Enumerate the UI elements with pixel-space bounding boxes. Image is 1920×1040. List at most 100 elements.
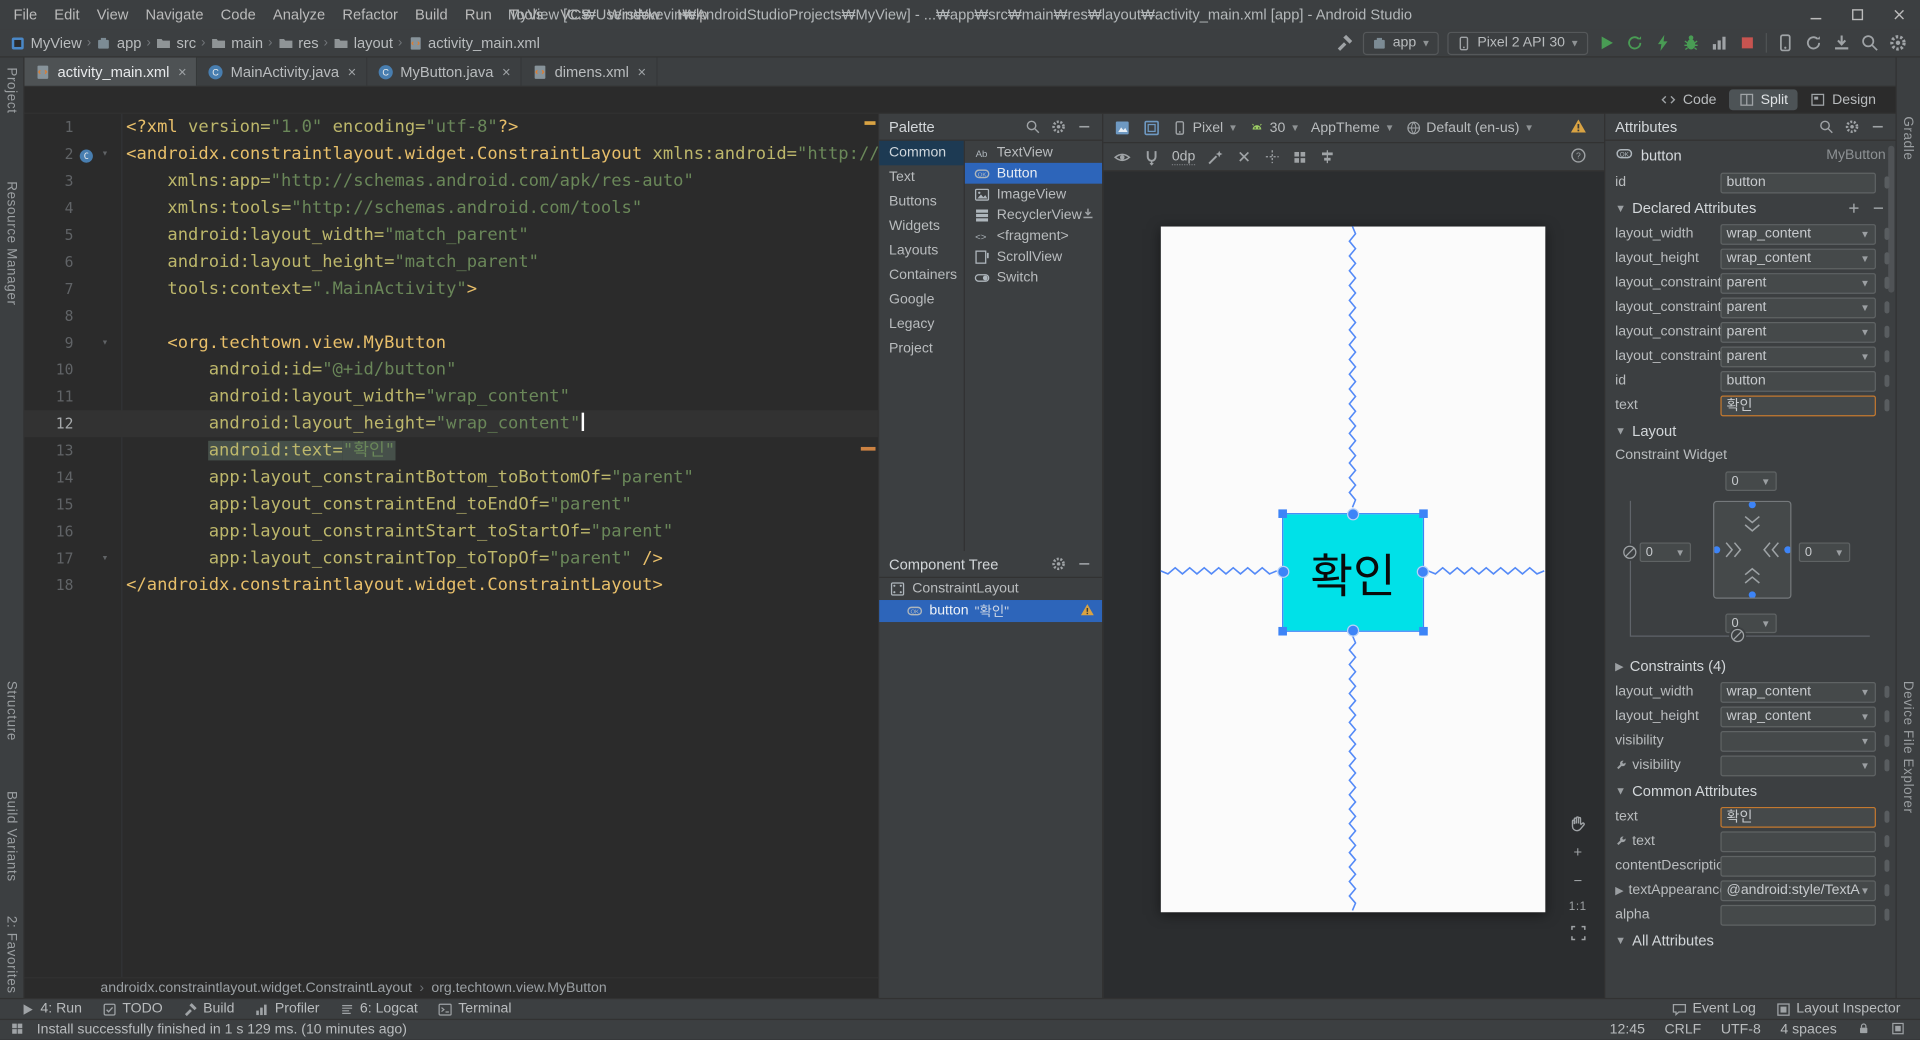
zoom-level[interactable]: 1:1 xyxy=(1569,900,1587,913)
toolwindow-button-structure[interactable]: Structure xyxy=(4,681,19,741)
menu-code[interactable]: Code xyxy=(212,0,264,29)
add-attribute-icon[interactable] xyxy=(1847,201,1862,216)
attribute-value-field[interactable]: ▼ xyxy=(1720,730,1876,752)
hide-icon[interactable] xyxy=(1076,119,1092,135)
toolwindow-button-resource-manager[interactable]: Resource Manager xyxy=(4,181,19,305)
constraint-anchor-top[interactable] xyxy=(1346,508,1360,521)
mode-code[interactable]: Code xyxy=(1651,89,1726,110)
attribute-value-field[interactable] xyxy=(1720,855,1876,877)
section-common-attributes[interactable]: ▼ Common Attributes xyxy=(1605,778,1895,805)
pan-hand-icon[interactable] xyxy=(1569,814,1587,832)
breadcrumb-root[interactable]: androidx.constraintlayout.widget.Constra… xyxy=(100,981,412,996)
pin-indicator[interactable] xyxy=(1884,759,1890,772)
device-select[interactable]: Pixel ▼ xyxy=(1172,120,1238,136)
palette-category-legacy[interactable]: Legacy xyxy=(879,312,963,336)
hide-icon[interactable] xyxy=(1076,556,1092,572)
menu-refactor[interactable]: Refactor xyxy=(334,0,407,29)
pin-indicator[interactable] xyxy=(1884,734,1890,747)
hide-icon[interactable] xyxy=(1870,119,1886,135)
menu-analyze[interactable]: Analyze xyxy=(264,0,333,29)
mode-design[interactable]: Design xyxy=(1800,89,1885,110)
palette-item-imageview[interactable]: ImageView xyxy=(965,184,1102,205)
selection-handle[interactable] xyxy=(1419,626,1428,636)
palette-category-widgets[interactable]: Widgets xyxy=(879,214,963,238)
breadcrumb-item-app[interactable]: app xyxy=(96,34,141,51)
settings-icon[interactable] xyxy=(1888,33,1908,53)
run-icon[interactable] xyxy=(1597,33,1617,53)
toolwindow-todo[interactable]: TODO xyxy=(92,1001,173,1017)
menu-build[interactable]: Build xyxy=(406,0,456,29)
palette-item-textview[interactable]: Ab TextView xyxy=(965,142,1102,163)
stop-icon[interactable] xyxy=(1738,33,1758,53)
close-button[interactable] xyxy=(1878,0,1920,29)
file-encoding[interactable]: UTF-8 xyxy=(1721,1022,1761,1037)
selection-handle[interactable] xyxy=(1278,626,1287,636)
pin-indicator[interactable] xyxy=(1884,710,1890,723)
code-editor[interactable]: 1 <?xml version="1.0" encoding="utf-8"?> 2… xyxy=(24,113,878,978)
settings-icon[interactable] xyxy=(1051,556,1067,572)
fold-arrow-icon[interactable]: ▾ xyxy=(102,141,109,168)
settings-icon[interactable] xyxy=(1844,119,1860,135)
apply-code-changes-icon[interactable] xyxy=(1653,33,1673,53)
design-surface[interactable]: 확인 + − 1:1 xyxy=(1103,171,1604,998)
breadcrumb-item-MyView[interactable]: MyView xyxy=(10,34,82,51)
constraint-anchor-bottom[interactable] xyxy=(1346,624,1360,637)
breadcrumb-item-src[interactable]: src xyxy=(156,34,196,51)
menu-edit[interactable]: Edit xyxy=(46,0,88,29)
breadcrumb-item-main[interactable]: main xyxy=(210,34,263,51)
palette-category-project[interactable]: Project xyxy=(879,337,963,361)
palette-category-text[interactable]: Text xyxy=(879,165,963,189)
pin-indicator[interactable] xyxy=(1884,884,1890,897)
mode-split[interactable]: Split xyxy=(1728,89,1798,111)
close-tab-icon[interactable]: × xyxy=(348,64,357,79)
remove-attribute-icon[interactable] xyxy=(1871,201,1886,216)
selection-handle[interactable] xyxy=(1278,509,1287,518)
attribute-value-field[interactable]: wrap_content ▼ xyxy=(1720,247,1876,269)
tab-MyButton.java[interactable]: C MyButton.java × xyxy=(367,57,522,86)
attribute-value-field[interactable]: button xyxy=(1720,370,1876,392)
toolwindow-button-gradle[interactable]: Gradle xyxy=(1900,116,1915,160)
attribute-value-field[interactable] xyxy=(1720,830,1876,852)
toolwindow-layout-inspector[interactable]: Layout Inspector xyxy=(1766,1001,1911,1017)
pack-icon[interactable] xyxy=(1292,149,1308,165)
vertical-bias-slider[interactable] xyxy=(1629,500,1632,636)
indent-setting[interactable]: 4 spaces xyxy=(1780,1022,1836,1037)
toolwindow-button-build-variants[interactable]: Build Variants xyxy=(4,791,19,882)
theme-select[interactable]: AppTheme ▼ xyxy=(1311,121,1394,136)
section-layout[interactable]: ▼ Layout xyxy=(1605,418,1895,445)
autoconnect-magnet-icon[interactable] xyxy=(1142,148,1160,166)
design-warning-icon[interactable] xyxy=(1570,118,1587,139)
toolwindow-logcat[interactable]: 6: Logcat xyxy=(329,1001,427,1017)
line-separator[interactable]: CRLF xyxy=(1665,1022,1702,1037)
canvas-button[interactable]: 확인 xyxy=(1277,508,1429,637)
pin-indicator[interactable] xyxy=(1884,835,1890,848)
close-tab-icon[interactable]: × xyxy=(638,64,647,79)
constraint-widget[interactable]: 0 ▼ 0 ▼ 0 ▼ 0 ▼ xyxy=(1605,467,1895,653)
constraint-widget-box[interactable] xyxy=(1713,500,1792,599)
palette-category-layouts[interactable]: Layouts xyxy=(879,239,963,263)
blueprint-surface-icon[interactable] xyxy=(1142,119,1160,137)
pin-indicator[interactable] xyxy=(1884,374,1890,387)
maximize-button[interactable] xyxy=(1837,0,1879,29)
help-icon[interactable]: ? xyxy=(1570,146,1587,167)
attribute-value-field[interactable]: @android:style/TextA ▼ xyxy=(1720,879,1876,901)
palette-item-switch[interactable]: Switch xyxy=(965,267,1102,288)
clear-constraints-icon[interactable] xyxy=(1236,148,1253,165)
tab-activity_main.xml[interactable]: activity_main.xml × xyxy=(24,57,198,86)
debug-icon[interactable] xyxy=(1681,33,1701,53)
attribute-value-field[interactable]: 확인 xyxy=(1720,806,1876,828)
readonly-lock-icon[interactable] xyxy=(1856,1021,1871,1036)
menu-navigate[interactable]: Navigate xyxy=(137,0,212,29)
attribute-value-field[interactable]: wrap_content ▼ xyxy=(1720,681,1876,703)
palette-item-scrollview[interactable]: ScrollView xyxy=(965,246,1102,267)
attributes-scrollbar[interactable] xyxy=(1888,145,1895,293)
attribute-value-field[interactable]: ▼ xyxy=(1720,754,1876,776)
palette-category-containers[interactable]: Containers xyxy=(879,263,963,287)
margin-right-select[interactable]: 0 ▼ xyxy=(1798,542,1851,563)
pin-indicator[interactable] xyxy=(1884,810,1890,823)
close-tab-icon[interactable]: × xyxy=(502,64,511,79)
default-margin-select[interactable]: 0dp xyxy=(1171,149,1196,165)
toolwindow-run[interactable]: 4: Run xyxy=(10,1001,92,1017)
pin-indicator[interactable] xyxy=(1884,301,1890,314)
profile-icon[interactable] xyxy=(1709,33,1729,53)
